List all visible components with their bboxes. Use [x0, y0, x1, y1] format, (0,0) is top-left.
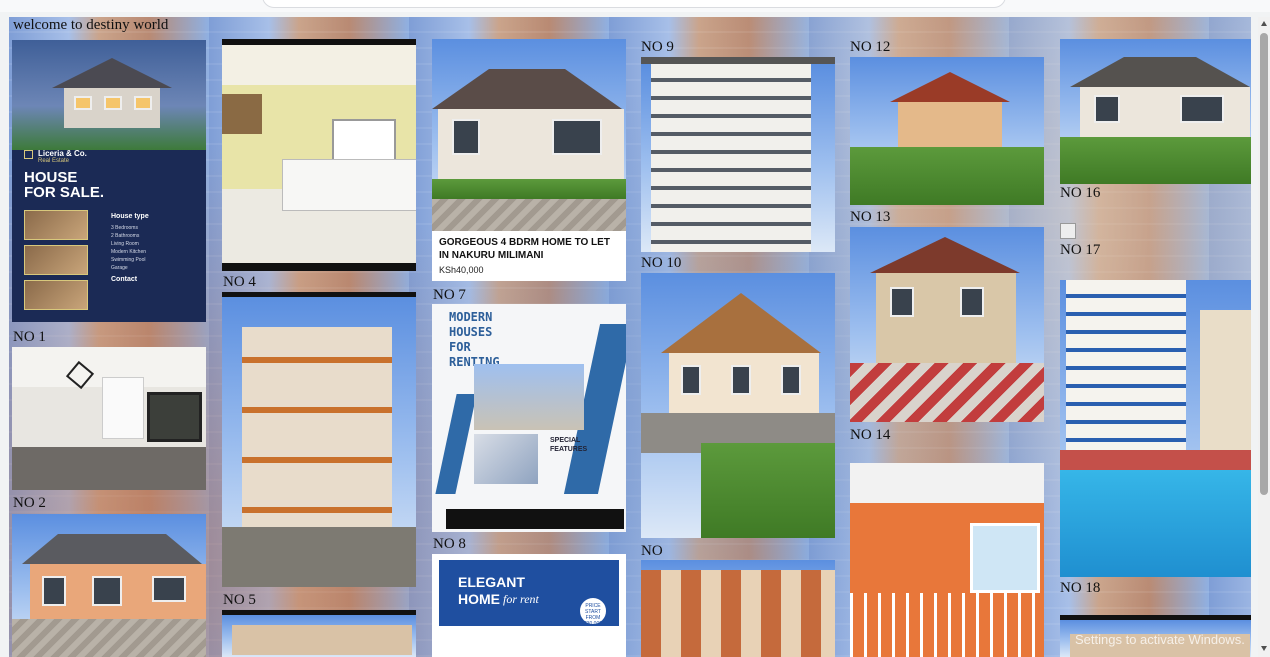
label-no-10: NO 10: [641, 255, 682, 271]
feature-item: Garage: [111, 265, 128, 271]
modern-houses-title: MODERN HOUSES FOR RENTING: [449, 310, 500, 369]
brand-logo-icon: [24, 150, 33, 159]
listing-card-nakuru[interactable]: GORGEOUS 4 BDRM HOME TO LET IN NAKURU MI…: [432, 39, 626, 281]
scrollbar-thumb[interactable]: [1260, 33, 1268, 495]
label-no-8: NO 8: [433, 536, 466, 552]
label-no-9: NO 9: [641, 39, 674, 55]
flyer-thumb-bedroom: [24, 210, 88, 240]
label-no-2: NO 2: [13, 495, 46, 511]
elegant-home-line2: HOME: [458, 591, 500, 607]
photo-no-10-mansion[interactable]: [641, 273, 835, 538]
house-for-sale-flyer[interactable]: Liceria & Co. Real Estate HOUSE FOR SALE…: [12, 40, 206, 322]
flyer-brand: Liceria & Co.: [38, 149, 87, 158]
photo-no-2-bungalow[interactable]: [12, 514, 206, 657]
page-viewport: welcome to destiny world Liceria & Co. R…: [9, 17, 1251, 657]
listing-card-photo: [432, 39, 626, 231]
feature-item: 2 Bathrooms: [111, 233, 140, 239]
label-no-4: NO 4: [223, 274, 256, 290]
label-no-1: NO 1: [13, 329, 46, 345]
windows-activation-watermark: Settings to activate Windows.: [1075, 632, 1245, 647]
listing-card-title: GORGEOUS 4 BDRM HOME TO LET IN NAKURU MI…: [439, 237, 610, 261]
address-bar[interactable]: [262, 0, 1006, 8]
flyer-thumb-dining: [24, 280, 88, 310]
label-no-17: NO 17: [1060, 242, 1101, 258]
photo-no-5-house[interactable]: [222, 610, 416, 657]
label-no-5: NO 5: [223, 592, 256, 608]
elegant-home-script: for rent: [503, 592, 539, 606]
listing-card-price: KSh40,000: [439, 265, 484, 275]
flyer-brand-sub: Real Estate: [38, 158, 70, 164]
label-no-18: NO 18: [1060, 580, 1101, 596]
flyer-contact-strip: [446, 509, 624, 529]
photo-no-1-kitchen[interactable]: [12, 347, 206, 490]
scroll-up-arrow-icon[interactable]: [1261, 21, 1267, 26]
photo-no-9-tower[interactable]: [641, 57, 835, 252]
photo-no-17-pool-apartments[interactable]: [1060, 280, 1251, 577]
welcome-heading: welcome to destiny world: [13, 17, 169, 33]
flyer-title: HOUSE FOR SALE.: [24, 169, 105, 201]
price-badge: PRICE START FROM $30.000: [578, 596, 608, 627]
photo-no-15-bungalow[interactable]: [1060, 39, 1251, 184]
label-no-partial: NO: [641, 543, 663, 559]
elegant-home-line1: ELEGANT: [458, 574, 525, 590]
feature-item: Swimming Pool: [111, 257, 146, 263]
modern-houses-flyer[interactable]: MODERN HOUSES FOR RENTING SPECIAL FEATUR…: [432, 304, 626, 532]
photo-no-14-interior[interactable]: [850, 463, 1044, 657]
browser-top-bar: [0, 0, 1270, 12]
label-no-14: NO 14: [850, 427, 891, 443]
label-no-7: NO 7: [433, 287, 466, 303]
feature-item: 3 Bedrooms: [111, 225, 138, 231]
flyer-contact-heading: Contact: [111, 276, 138, 283]
flyer-thumb-living: [24, 245, 88, 275]
scroll-down-arrow-icon[interactable]: [1261, 646, 1267, 651]
elegant-home-flyer[interactable]: ELEGANT HOME for rent PRICE START FROM $…: [432, 554, 626, 657]
label-no-12: NO 12: [850, 39, 891, 55]
vertical-scrollbar[interactable]: [1258, 17, 1270, 657]
photo-no-3-kitchen[interactable]: [222, 39, 416, 271]
photo-no-12-villa[interactable]: [850, 57, 1044, 205]
flyer-house-type-heading: House type: [111, 213, 149, 220]
photo-no-11-apartments[interactable]: [641, 560, 835, 657]
label-no-16: NO 16: [1060, 185, 1101, 201]
photo-no-13-maisonette[interactable]: [850, 227, 1044, 422]
feature-item: Living Room: [111, 241, 139, 247]
photo-no-4-apartment[interactable]: [222, 292, 416, 587]
label-no-13: NO 13: [850, 209, 891, 225]
flyer-house-photo: [12, 40, 206, 150]
broken-image-icon: [1060, 223, 1076, 239]
feature-item: Modern Kitchen: [111, 249, 147, 255]
flyer-feature-list: 3 Bedrooms 2 Bathrooms Living Room Moder…: [111, 224, 146, 272]
modern-houses-special: SPECIAL FEATURES: [550, 437, 588, 453]
